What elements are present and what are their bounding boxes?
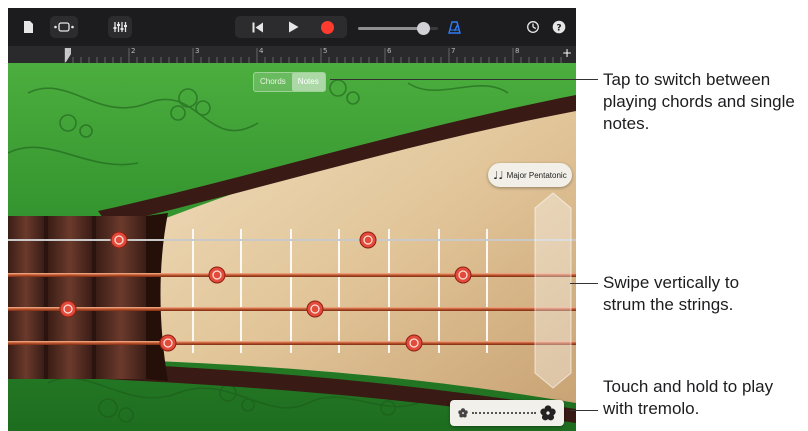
chords-segment[interactable]: Chords <box>254 73 292 91</box>
scale-label: Major Pentatonic <box>506 170 567 180</box>
settings-icon[interactable] <box>523 16 543 38</box>
volume-fill <box>358 27 424 30</box>
ruler-number: 1 <box>67 47 72 55</box>
record-icon[interactable] <box>317 16 337 38</box>
callout-line-tremolo <box>570 410 598 411</box>
ruler-number: 3 <box>195 47 200 55</box>
note-marker-icon <box>405 334 423 352</box>
ruler-number: 5 <box>323 47 328 55</box>
callout-strum: Swipe vertically to strum the strings. <box>603 273 740 314</box>
tremolo-dots <box>472 412 536 414</box>
note-marker-icon <box>454 266 472 284</box>
string-3 <box>8 307 576 311</box>
ruler-number: 4 <box>259 47 264 55</box>
music-note-icon: ♩♩ <box>493 168 504 182</box>
note-marker-icon <box>159 334 177 352</box>
timeline-ruler[interactable]: 1 2 3 4 5 6 7 8 + <box>8 46 576 64</box>
document-icon[interactable] <box>18 16 38 38</box>
tremolo-control[interactable] <box>450 400 564 426</box>
record-dot <box>320 20 334 34</box>
chords-notes-toggle[interactable]: Chords Notes <box>253 72 326 92</box>
ruler-ticks <box>64 48 562 63</box>
scale-button[interactable]: ♩♩ Major Pentatonic <box>488 163 572 187</box>
ruler-number: 2 <box>131 47 136 55</box>
mixer-icon[interactable] <box>108 16 132 38</box>
metronome-icon[interactable] <box>444 16 464 38</box>
notes-segment[interactable]: Notes <box>291 73 325 91</box>
add-section-button[interactable]: + <box>562 46 572 60</box>
note-marker-icon <box>306 300 324 318</box>
svg-text:?: ? <box>556 24 561 34</box>
string-4 <box>8 341 576 345</box>
ruler-number: 6 <box>387 47 392 55</box>
ruler-number: 8 <box>515 47 520 55</box>
volume-knob[interactable] <box>417 22 431 35</box>
strum-bar <box>534 192 572 389</box>
large-blossom-icon <box>540 405 556 421</box>
callout-line-strum <box>570 283 598 284</box>
note-marker-icon <box>59 300 77 318</box>
string-2 <box>8 273 576 277</box>
play-icon[interactable] <box>283 16 303 38</box>
track-view-icon[interactable] <box>50 16 78 38</box>
pipa-instrument[interactable]: Chords Notes ♩♩ Major Pentatonic <box>8 63 576 431</box>
small-blossom-icon <box>458 408 468 418</box>
callout-line-switch <box>330 79 598 80</box>
garageband-pipa-screen: ? 1 2 3 4 5 6 7 8 + Chords Notes ♩♩ Majo… <box>8 8 576 431</box>
note-marker-icon <box>208 266 226 284</box>
string-1 <box>8 239 576 241</box>
rewind-icon[interactable] <box>248 16 268 38</box>
help-icon[interactable]: ? <box>549 16 569 38</box>
note-marker-icon <box>110 231 128 249</box>
ruler-number: 7 <box>451 47 456 55</box>
master-volume-slider[interactable] <box>358 22 438 35</box>
callout-tremolo: Touch and hold to play with tremolo. <box>603 377 774 418</box>
toolbar: ? <box>8 8 576 46</box>
callout-switch: Tap to switch between playing chords and… <box>603 70 795 133</box>
note-marker-icon <box>359 231 377 249</box>
pipa-body <box>8 63 576 431</box>
